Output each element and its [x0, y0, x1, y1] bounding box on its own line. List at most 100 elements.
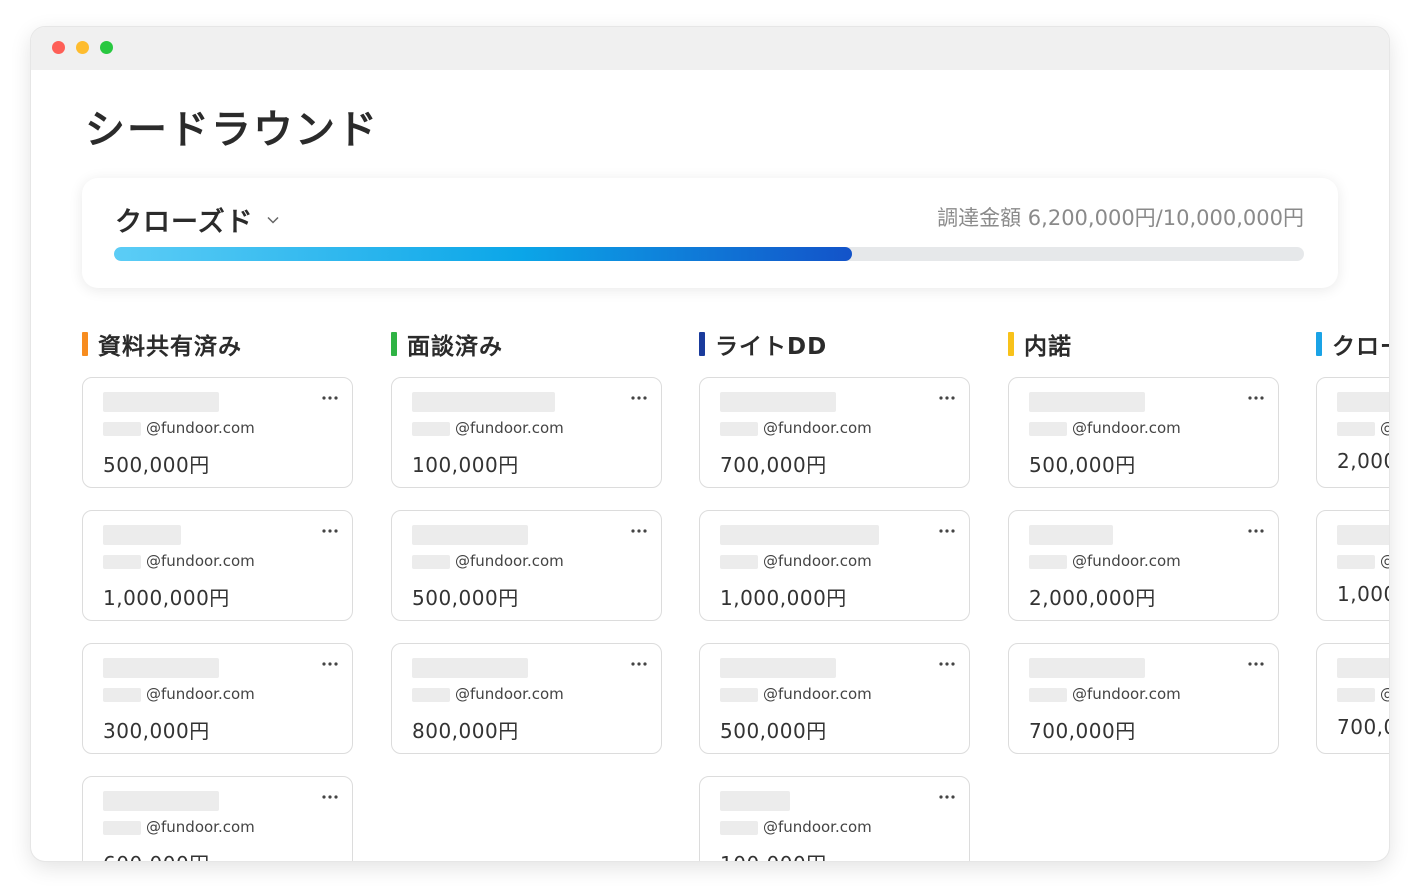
email-prefix-placeholder — [412, 555, 450, 569]
deal-card[interactable]: @fundoor.com 500,000円 — [1008, 377, 1279, 488]
more-options-icon[interactable] — [320, 658, 340, 670]
zoom-window-button[interactable] — [100, 41, 113, 54]
email-prefix-placeholder — [1337, 688, 1375, 702]
column-color-marker — [1008, 332, 1014, 356]
email-prefix-placeholder — [720, 821, 758, 835]
investor-name-placeholder — [720, 525, 879, 545]
investment-amount: 100,000円 — [412, 453, 519, 477]
column-header: クロー — [1316, 327, 1389, 361]
email-prefix-placeholder — [103, 422, 141, 436]
investor-email: @fundoor.com — [1072, 419, 1181, 437]
page-title: シードラウンド — [85, 107, 379, 153]
status-label: クローズド — [115, 207, 254, 238]
column-title: 資料共有済み — [98, 334, 242, 360]
deal-card[interactable]: @fundoor.com 2,000,000円 — [1008, 510, 1279, 621]
email-prefix-placeholder — [412, 422, 450, 436]
more-options-icon[interactable] — [937, 791, 957, 803]
investor-name-placeholder — [103, 392, 219, 412]
pipeline-board: 資料共有済み @fundoor.com 500,000円 @fundoor.com 1,… — [82, 327, 1389, 861]
column-title: 面談済み — [407, 334, 503, 360]
column-title: ライトDD — [715, 334, 828, 360]
chevron-down-icon — [267, 216, 279, 224]
investor-name-placeholder — [412, 392, 555, 412]
investor-name-placeholder — [720, 658, 836, 678]
column-header: 資料共有済み — [82, 327, 355, 361]
email-prefix-placeholder — [720, 688, 758, 702]
deal-card[interactable]: @2,000 — [1316, 377, 1389, 488]
investor-name-placeholder — [103, 525, 181, 545]
deal-card[interactable]: @1,000 — [1316, 510, 1389, 621]
investor-email: @ — [1380, 685, 1389, 703]
deal-card[interactable]: @fundoor.com 100,000円 — [391, 377, 662, 488]
deal-card[interactable]: @fundoor.com 300,000円 — [82, 643, 353, 754]
investor-name-placeholder — [103, 791, 219, 811]
funding-status-card: クローズド 調達金額 6,200,000円/10,000,000円 — [82, 178, 1338, 288]
column-color-marker — [699, 332, 705, 356]
investment-amount: 700,000円 — [720, 453, 827, 477]
investment-amount: 2,000,000円 — [1029, 586, 1156, 610]
more-options-icon[interactable] — [629, 392, 649, 404]
email-prefix-placeholder — [1029, 688, 1067, 702]
status-dropdown[interactable]: クローズド — [115, 200, 280, 239]
investor-email: @fundoor.com — [763, 685, 872, 703]
pipeline-column: クロー@2,000@1,000@700,0 — [1316, 327, 1389, 754]
more-options-icon[interactable] — [1246, 392, 1266, 404]
investor-email: @fundoor.com — [146, 685, 255, 703]
investor-email: @fundoor.com — [763, 552, 872, 570]
email-prefix-placeholder — [1029, 422, 1067, 436]
investment-amount: 600,000円 — [103, 848, 210, 861]
more-options-icon[interactable] — [1246, 658, 1266, 670]
deal-card[interactable]: @fundoor.com 700,000円 — [699, 377, 970, 488]
deal-card[interactable]: @fundoor.com 1,000,000円 — [699, 510, 970, 621]
deal-card[interactable]: @fundoor.com 700,000円 — [1008, 643, 1279, 754]
more-options-icon[interactable] — [320, 392, 340, 404]
investment-amount: 1,000,000円 — [103, 586, 230, 610]
investor-email: @fundoor.com — [455, 419, 564, 437]
investor-email: @fundoor.com — [455, 552, 564, 570]
email-prefix-placeholder — [720, 422, 758, 436]
investment-amount: 1,000,000円 — [720, 586, 847, 610]
investor-name-placeholder — [412, 525, 528, 545]
more-options-icon[interactable] — [629, 525, 649, 537]
investor-name-placeholder — [1337, 658, 1389, 678]
deal-card[interactable]: @fundoor.com 500,000円 — [82, 377, 353, 488]
more-options-icon[interactable] — [629, 658, 649, 670]
investment-amount: 300,000円 — [103, 719, 210, 743]
deal-card[interactable]: @fundoor.com 100,000円 — [699, 776, 970, 861]
minimize-window-button[interactable] — [76, 41, 89, 54]
investment-amount: 500,000円 — [412, 586, 519, 610]
deal-card[interactable]: @fundoor.com 600,000円 — [82, 776, 353, 861]
investment-amount: 700,000円 — [1029, 719, 1136, 743]
email-prefix-placeholder — [1029, 555, 1067, 569]
investment-amount: 500,000円 — [1029, 453, 1136, 477]
investor-email: @fundoor.com — [146, 419, 255, 437]
pipeline-column: 面談済み @fundoor.com 100,000円 @fundoor.com 500,… — [391, 327, 664, 754]
deal-card[interactable]: @700,0 — [1316, 643, 1389, 754]
more-options-icon[interactable] — [937, 525, 957, 537]
more-options-icon[interactable] — [937, 658, 957, 670]
email-prefix-placeholder — [103, 821, 141, 835]
investor-name-placeholder — [1337, 392, 1389, 412]
more-options-icon[interactable] — [320, 791, 340, 803]
email-prefix-placeholder — [1337, 422, 1375, 436]
more-options-icon[interactable] — [937, 392, 957, 404]
investor-email: @ — [1380, 419, 1389, 437]
pipeline-column: 資料共有済み @fundoor.com 500,000円 @fundoor.com 1,… — [82, 327, 355, 861]
deal-card[interactable]: @fundoor.com 800,000円 — [391, 643, 662, 754]
funding-progress-bar — [114, 247, 1304, 261]
close-window-button[interactable] — [52, 41, 65, 54]
investment-amount: 100,000円 — [720, 848, 827, 861]
deal-card[interactable]: @fundoor.com 1,000,000円 — [82, 510, 353, 621]
column-title: 内諾 — [1024, 334, 1072, 360]
investment-amount: 800,000円 — [412, 719, 519, 743]
investor-name-placeholder — [720, 791, 790, 811]
investor-name-placeholder — [103, 658, 219, 678]
more-options-icon[interactable] — [320, 525, 340, 537]
pipeline-column: ライトDD @fundoor.com 700,000円 @fundoor.com 1,0… — [699, 327, 972, 861]
email-prefix-placeholder — [412, 688, 450, 702]
deal-card[interactable]: @fundoor.com 500,000円 — [391, 510, 662, 621]
more-options-icon[interactable] — [1246, 525, 1266, 537]
investment-amount: 500,000円 — [103, 453, 210, 477]
deal-card[interactable]: @fundoor.com 500,000円 — [699, 643, 970, 754]
investment-amount: 1,000 — [1337, 582, 1389, 606]
